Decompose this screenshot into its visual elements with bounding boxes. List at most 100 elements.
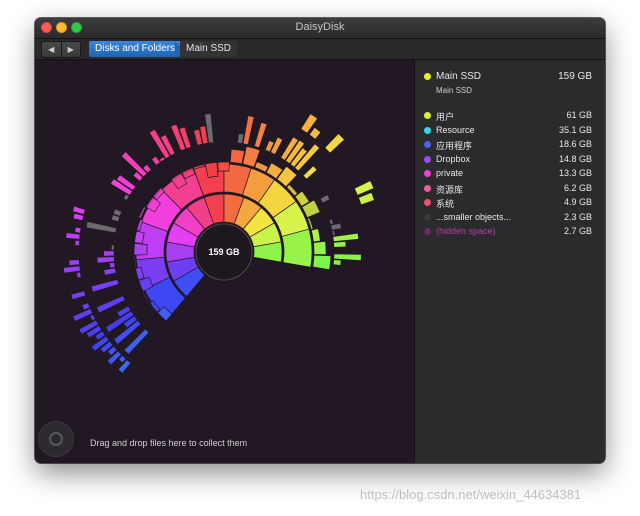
disk-color-icon bbox=[424, 73, 431, 80]
legend-row-disk[interactable]: Main SSD 159 GB bbox=[415, 69, 605, 83]
legend-color-icon bbox=[424, 184, 431, 192]
legend-color-icon bbox=[424, 155, 431, 163]
sunburst-chart-area: 159 GB Drag and drop files here to colle… bbox=[35, 60, 414, 463]
forward-button[interactable]: ▶ bbox=[62, 42, 81, 57]
sunburst-segment[interactable] bbox=[151, 155, 161, 166]
sunburst-segment[interactable] bbox=[117, 359, 132, 374]
legend-size: 2.7 GB bbox=[563, 226, 592, 236]
sunburst-segment[interactable] bbox=[217, 161, 230, 172]
legend-color-icon bbox=[424, 141, 431, 148]
sunburst-segment[interactable] bbox=[85, 221, 118, 234]
sunburst-segment[interactable] bbox=[76, 271, 82, 279]
legend-label: (hidden space) bbox=[436, 226, 496, 236]
legend-color-icon bbox=[424, 112, 431, 119]
sunburst-segment[interactable] bbox=[229, 148, 245, 165]
center-size-label: 159 GB bbox=[208, 247, 240, 257]
sunburst-segment[interactable] bbox=[310, 228, 321, 243]
sunburst-segment[interactable] bbox=[308, 126, 322, 140]
drop-hint-text: Drag and drop files here to collect them bbox=[90, 438, 248, 448]
sunburst-segment[interactable] bbox=[70, 290, 87, 301]
legend-row[interactable]: 应用程序 18.6 GB bbox=[415, 137, 605, 151]
sunburst-segment[interactable] bbox=[333, 240, 347, 248]
legend-row[interactable]: 系统 4.9 GB bbox=[415, 195, 605, 209]
sunburst-segment[interactable] bbox=[103, 267, 117, 276]
legend-label: 资源库 bbox=[436, 184, 464, 195]
legend-size: 18.6 GB bbox=[558, 139, 592, 149]
legend-color-icon bbox=[424, 228, 431, 235]
sunburst-segment[interactable] bbox=[68, 259, 80, 266]
main-content: 159 GB Drag and drop files here to colle… bbox=[35, 60, 605, 463]
legend-color-icon bbox=[424, 170, 431, 177]
title-bar: DaisyDisk bbox=[35, 18, 605, 39]
sunburst-segment[interactable] bbox=[81, 302, 91, 311]
legend-row[interactable]: ...smaller objects... 2.3 GB bbox=[415, 210, 605, 224]
sunburst-segment[interactable] bbox=[72, 212, 85, 222]
sunburst-segment[interactable] bbox=[158, 156, 166, 163]
legend-sidebar: Main SSD 159 GB Main SSD 用户 61 GB Resource… bbox=[414, 60, 605, 463]
navigation-buttons: ◀ ▶ bbox=[41, 41, 81, 58]
legend-row[interactable]: 资源库 6.2 GB bbox=[415, 181, 605, 195]
legend-size: 6.2 GB bbox=[563, 182, 592, 193]
legend-size: 14.8 GB bbox=[558, 153, 592, 164]
legend-label: Dropbox bbox=[436, 153, 471, 164]
sunburst-chart[interactable]: 159 GB bbox=[35, 60, 414, 463]
legend-label: 用户 bbox=[436, 112, 455, 122]
sunburst-segment[interactable] bbox=[110, 244, 115, 251]
sunburst-segment[interactable] bbox=[324, 132, 346, 154]
disk-sub-label: Main SSD bbox=[436, 86, 473, 95]
sunburst-segment[interactable] bbox=[332, 259, 342, 266]
sunburst-segment[interactable] bbox=[331, 230, 336, 237]
sunburst-segment[interactable] bbox=[134, 230, 145, 244]
sunburst-segment[interactable] bbox=[74, 226, 82, 234]
sunburst-segment[interactable] bbox=[103, 250, 115, 257]
legend-size: 2.3 GB bbox=[563, 211, 592, 222]
legend-row[interactable]: Resource 35.1 GB bbox=[415, 123, 605, 137]
legend-color-icon bbox=[424, 126, 431, 134]
legend-size: 61 GB bbox=[566, 110, 592, 120]
legend-size: 4.9 GB bbox=[563, 197, 592, 207]
breadcrumb-disks-and-folders[interactable]: Disks and Folders bbox=[89, 41, 184, 57]
sunburst-segment[interactable] bbox=[312, 254, 332, 271]
daisydisk-window: DaisyDisk ◀ ▶ Disks and Folders Main SSD… bbox=[35, 18, 605, 463]
sunburst-segment[interactable] bbox=[120, 151, 148, 178]
watermark-text: https://blog.csdn.net/weixin_44634381 bbox=[360, 487, 582, 502]
toolbar: ◀ ▶ Disks and Folders Main SSD bbox=[35, 39, 605, 60]
legend-row[interactable]: (hidden space) 2.7 GB bbox=[415, 224, 605, 238]
legend-color-icon bbox=[424, 199, 431, 206]
back-button[interactable]: ◀ bbox=[42, 42, 62, 57]
sunburst-segment[interactable] bbox=[253, 121, 268, 149]
collector-icon[interactable] bbox=[38, 421, 74, 457]
sunburst-segment[interactable] bbox=[109, 261, 116, 269]
legend-label: ...smaller objects... bbox=[436, 211, 512, 222]
legend-label: Resource bbox=[436, 124, 475, 135]
sunburst-segment[interactable] bbox=[302, 165, 318, 180]
sunburst-segment[interactable] bbox=[242, 115, 255, 146]
legend-label: private bbox=[436, 168, 464, 178]
sunburst-segment[interactable] bbox=[89, 313, 96, 322]
legend-size: 35.1 GB bbox=[558, 124, 592, 135]
sunburst-segment[interactable] bbox=[281, 228, 313, 268]
window-title: DaisyDisk bbox=[295, 21, 345, 33]
sunburst-segment[interactable] bbox=[74, 239, 80, 247]
sunburst-segment[interactable] bbox=[72, 308, 94, 322]
sunburst-segment[interactable] bbox=[63, 265, 81, 274]
legend-row[interactable]: private 13.3 GB bbox=[415, 166, 605, 180]
sunburst-segment[interactable] bbox=[328, 218, 334, 226]
legend-size: 13.3 GB bbox=[558, 168, 592, 178]
sunburst-segment[interactable] bbox=[90, 278, 120, 293]
legend-disk-size: 159 GB bbox=[558, 71, 592, 82]
legend-row[interactable]: Dropbox 14.8 GB bbox=[415, 152, 605, 166]
sunburst-segment[interactable] bbox=[237, 133, 245, 144]
breadcrumb-main-ssd[interactable]: Main SSD bbox=[180, 41, 238, 57]
sunburst-segment[interactable] bbox=[133, 242, 148, 256]
sunburst-segment[interactable] bbox=[65, 232, 81, 240]
legend-label: 系统 bbox=[436, 199, 455, 209]
legend-row[interactable]: 用户 61 GB bbox=[415, 108, 605, 122]
sunburst-segment[interactable] bbox=[332, 232, 359, 243]
sunburst-segment[interactable] bbox=[319, 194, 331, 204]
legend-color-icon bbox=[424, 213, 431, 221]
sunburst-segment[interactable] bbox=[313, 240, 327, 256]
sunburst-segment[interactable] bbox=[96, 256, 115, 264]
legend-disk-name: Main SSD bbox=[436, 71, 482, 82]
legend-label: 应用程序 bbox=[436, 141, 473, 151]
